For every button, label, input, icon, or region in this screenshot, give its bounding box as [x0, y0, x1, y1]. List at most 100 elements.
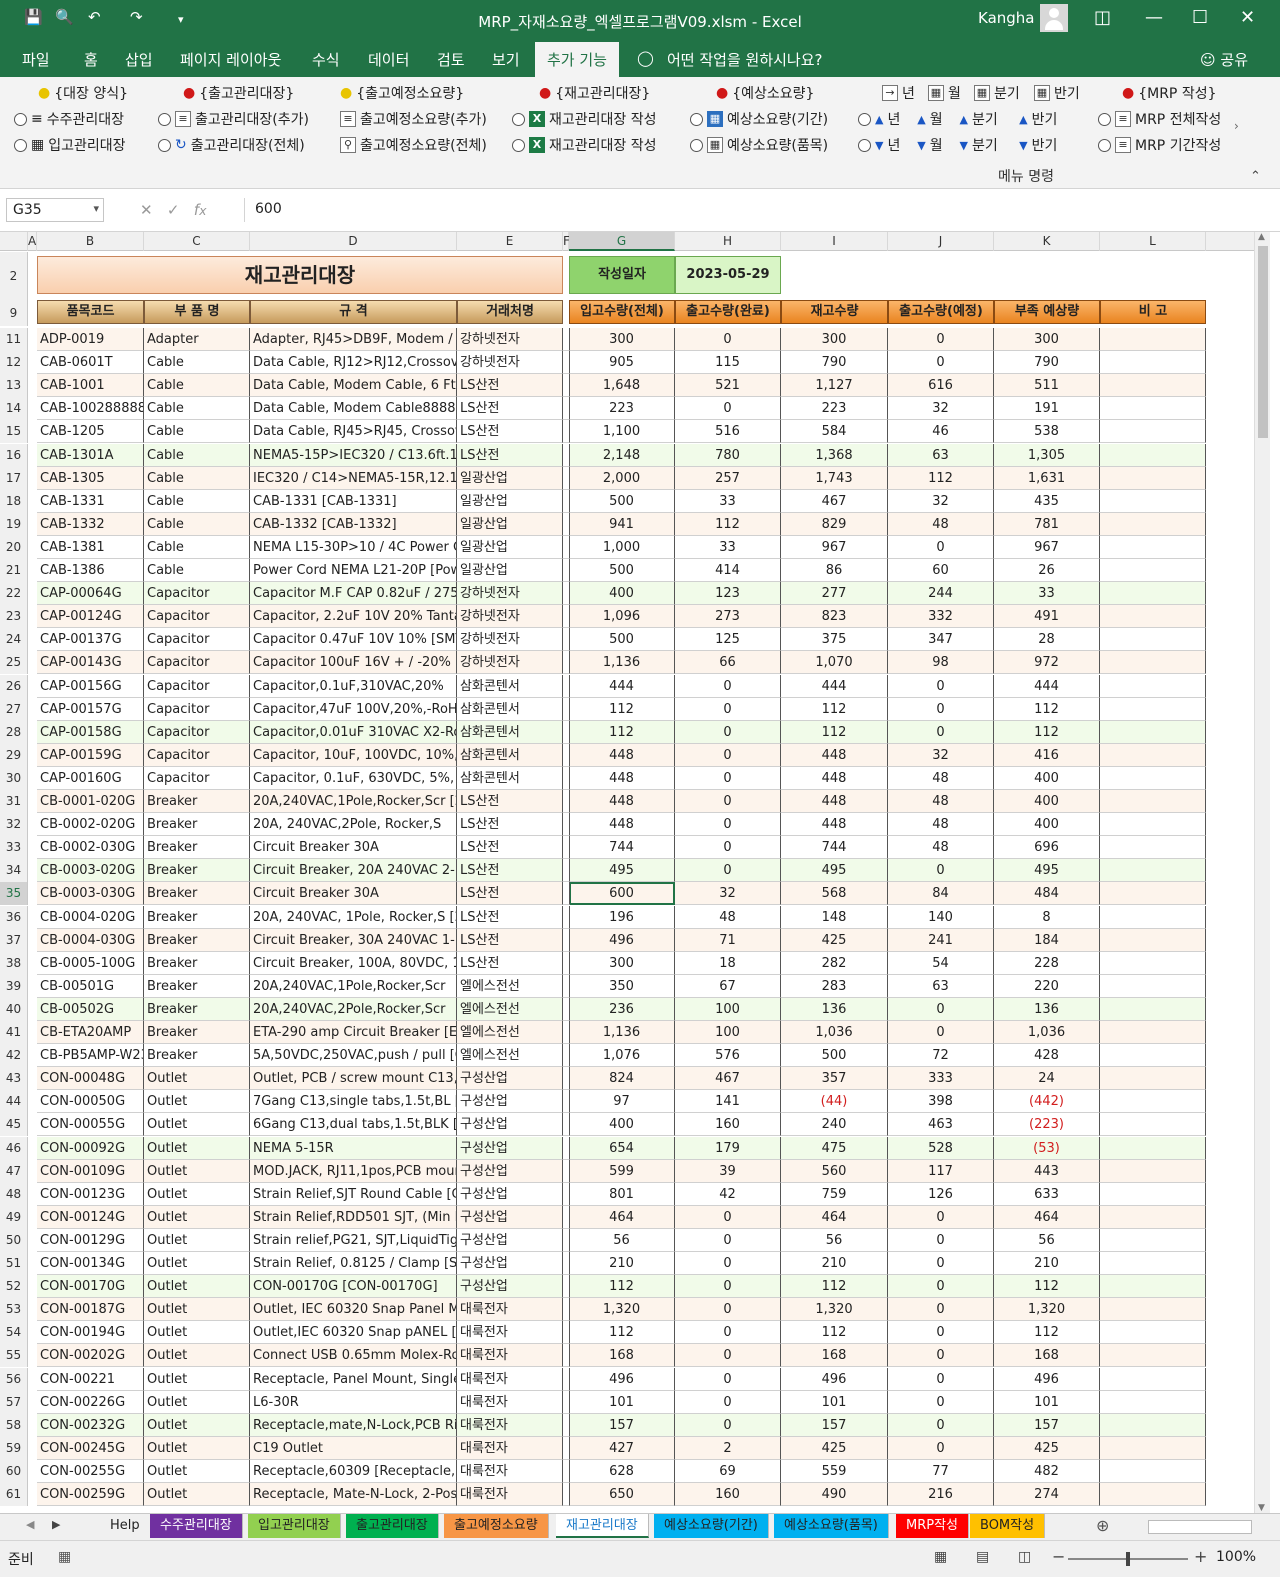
row-header[interactable]: 34 [0, 859, 28, 882]
shipped-cell[interactable]: 0 [675, 790, 781, 813]
stock-cell[interactable]: 448 [781, 813, 888, 836]
period-quarter-top[interactable]: ▦ 분기 [974, 83, 1020, 103]
item-code-cell[interactable]: CAB-1002888888 [37, 397, 144, 420]
received-cell[interactable]: 350 [569, 975, 675, 998]
planned-cell[interactable]: 0 [888, 1321, 994, 1344]
item-code-cell[interactable]: CB-0004-030G [37, 929, 144, 952]
stock-cell[interactable]: 1,070 [781, 651, 888, 674]
stock-cell[interactable]: 277 [781, 582, 888, 605]
received-cell[interactable]: 1,648 [569, 374, 675, 397]
received-cell[interactable]: 168 [569, 1344, 675, 1367]
received-cell[interactable]: 157 [569, 1414, 675, 1437]
item-code-cell[interactable]: CAB-1332 [37, 513, 144, 536]
tab-insert[interactable]: 삽입 [125, 49, 153, 70]
row-header[interactable]: 54 [0, 1321, 28, 1344]
row-header[interactable]: 39 [0, 975, 28, 998]
row-header[interactable]: 48 [0, 1183, 28, 1206]
stock-cell[interactable]: 168 [781, 1344, 888, 1367]
received-cell[interactable]: 1,320 [569, 1298, 675, 1321]
row-header[interactable]: 49 [0, 1206, 28, 1229]
tab-file[interactable]: 파일 [22, 49, 50, 70]
remarks-cell[interactable] [1100, 1321, 1206, 1344]
planned-cell[interactable]: 0 [888, 1437, 994, 1460]
remarks-cell[interactable] [1100, 1460, 1206, 1483]
shortage-cell[interactable]: 425 [994, 1437, 1100, 1460]
shortage-cell[interactable]: 191 [994, 397, 1100, 420]
vendor-cell[interactable]: 구성산업 [457, 1160, 563, 1183]
row-header[interactable]: 52 [0, 1275, 28, 1298]
part-name-cell[interactable]: Cable [144, 420, 250, 443]
enter-icon[interactable]: ✓ [167, 201, 180, 219]
planned-cell[interactable]: 0 [888, 1275, 994, 1298]
part-name-cell[interactable]: Outlet [144, 1160, 250, 1183]
shipped-cell[interactable]: 0 [675, 813, 781, 836]
shortage-cell[interactable]: 210 [994, 1252, 1100, 1275]
part-name-cell[interactable]: Capacitor [144, 628, 250, 651]
received-cell[interactable]: 1,000 [569, 536, 675, 559]
sheet-tab[interactable]: 입고관리대장 [248, 1514, 341, 1538]
part-name-cell[interactable]: Breaker [144, 836, 250, 859]
row-header[interactable]: 28 [0, 721, 28, 744]
zoom-out-icon[interactable]: − [1052, 1547, 1065, 1566]
shipped-cell[interactable]: 516 [675, 420, 781, 443]
item-code-cell[interactable]: CON-00245G [37, 1437, 144, 1460]
item-code-cell[interactable]: CAB-0601T [37, 351, 144, 374]
shortage-cell[interactable]: 972 [994, 651, 1100, 674]
spec-cell[interactable]: MOD.JACK, RJ11,1pos,PCB mount-RoHS [250, 1160, 457, 1183]
part-name-cell[interactable]: Capacitor [144, 698, 250, 721]
planned-cell[interactable]: 0 [888, 1298, 994, 1321]
row-header[interactable]: 37 [0, 929, 28, 952]
received-cell[interactable]: 112 [569, 1321, 675, 1344]
spec-cell[interactable]: Circuit Breaker 30A [250, 882, 457, 905]
spec-cell[interactable]: Strain Relief,RDD501 SJT, (Min Dia.) [250, 1206, 457, 1229]
vendor-cell[interactable]: 강하넷전자 [457, 328, 563, 351]
spec-cell[interactable]: Data Cable, RJ45>RJ45, Crossover,7ft [250, 420, 457, 443]
received-cell[interactable]: 112 [569, 721, 675, 744]
item-code-cell[interactable]: CON-00092G [37, 1137, 144, 1160]
date-value[interactable]: 2023-05-29 [675, 256, 781, 294]
row-header[interactable]: 42 [0, 1044, 28, 1067]
formula-input[interactable]: 600 [244, 198, 1264, 222]
received-cell[interactable]: 495 [569, 859, 675, 882]
planned-cell[interactable]: 0 [888, 1229, 994, 1252]
vendor-cell[interactable]: LS산전 [457, 420, 563, 443]
shortage-cell[interactable]: (223) [994, 1113, 1100, 1136]
add-sheet-icon[interactable]: ⊕ [1096, 1516, 1109, 1535]
row-header[interactable]: 19 [0, 513, 28, 536]
part-name-cell[interactable]: Outlet [144, 1368, 250, 1391]
vendor-cell[interactable]: 삼화콘텐서 [457, 767, 563, 790]
shortage-cell[interactable]: 482 [994, 1460, 1100, 1483]
row-header[interactable]: 58 [0, 1414, 28, 1437]
shipped-cell[interactable]: 0 [675, 1275, 781, 1298]
stock-cell[interactable]: 829 [781, 513, 888, 536]
radio-icon[interactable] [858, 138, 871, 152]
spec-cell[interactable]: 6Gang C13,dual tabs,1.5t,BLK [CON] [250, 1113, 457, 1136]
shortage-cell[interactable]: (53) [994, 1137, 1100, 1160]
vendor-cell[interactable]: LS산전 [457, 836, 563, 859]
remarks-cell[interactable] [1100, 790, 1206, 813]
shortage-cell[interactable]: 491 [994, 605, 1100, 628]
item-code-cell[interactable]: CON-00255G [37, 1460, 144, 1483]
received-cell[interactable]: 941 [569, 513, 675, 536]
shortage-cell[interactable]: 538 [994, 420, 1100, 443]
remarks-cell[interactable] [1100, 675, 1206, 698]
stock-cell[interactable]: 559 [781, 1460, 888, 1483]
spec-cell[interactable]: Strain relief,PG21, SJT,LiquidTight, (Mi… [250, 1229, 457, 1252]
shipped-cell[interactable]: 32 [675, 882, 781, 905]
remarks-cell[interactable] [1100, 859, 1206, 882]
vendor-cell[interactable]: LS산전 [457, 444, 563, 467]
row-header[interactable]: 44 [0, 1090, 28, 1113]
shipped-cell[interactable]: 0 [675, 675, 781, 698]
shortage-cell[interactable]: 464 [994, 1206, 1100, 1229]
shortage-cell[interactable]: 428 [994, 1044, 1100, 1067]
planned-cell[interactable]: 0 [888, 536, 994, 559]
item-code-cell[interactable]: CON-00109G [37, 1160, 144, 1183]
shortage-cell[interactable]: 781 [994, 513, 1100, 536]
shipped-cell[interactable]: 42 [675, 1183, 781, 1206]
tab-page-layout[interactable]: 페이지 레이아웃 [180, 49, 281, 70]
column-header-h[interactable]: H [675, 232, 781, 251]
column-header-b[interactable]: B [37, 232, 144, 251]
stock-cell[interactable]: 112 [781, 698, 888, 721]
remarks-cell[interactable] [1100, 467, 1206, 490]
item-code-cell[interactable]: CAB-1386 [37, 559, 144, 582]
